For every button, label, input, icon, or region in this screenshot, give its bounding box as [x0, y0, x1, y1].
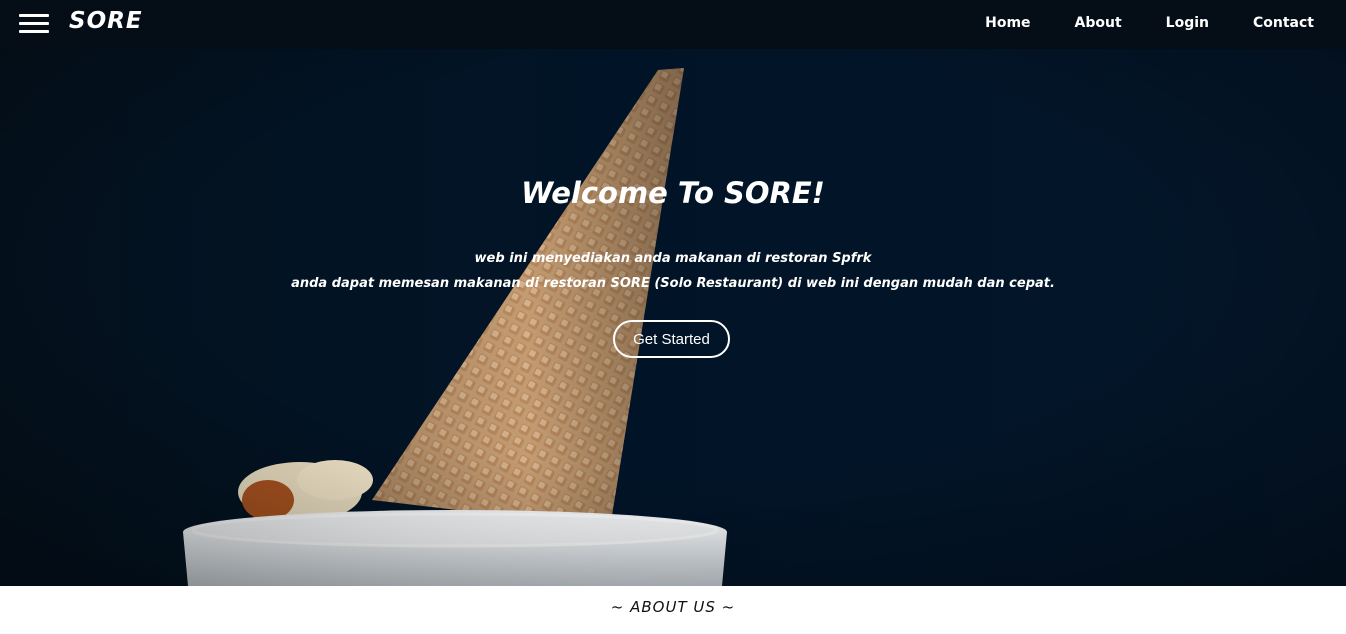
hero-content: Welcome To SORE! web ini menyediakan and… [0, 0, 1346, 586]
hero-title: Welcome To SORE! [521, 176, 825, 210]
nav-link-login[interactable]: Login [1166, 15, 1209, 31]
nav-link-contact[interactable]: Contact [1253, 15, 1314, 31]
top-navbar: SORE Home About Login Contact [0, 0, 1346, 49]
about-us-heading: ~ ABOUT US ~ [610, 598, 736, 616]
hero-section: Welcome To SORE! web ini menyediakan and… [0, 0, 1346, 586]
hero-description-line-2: anda dapat memesan makanan di restoran S… [291, 276, 1055, 291]
nav-links: Home About Login Contact [985, 15, 1314, 31]
hero-description-line-1: web ini menyediakan anda makanan di rest… [474, 251, 872, 266]
get-started-button[interactable]: Get Started [613, 320, 730, 358]
nav-link-about[interactable]: About [1075, 15, 1122, 31]
hamburger-menu-icon[interactable] [19, 13, 49, 35]
hamburger-bar [19, 22, 49, 25]
nav-link-home[interactable]: Home [985, 15, 1030, 31]
hamburger-bar [19, 30, 49, 33]
hamburger-bar [19, 14, 49, 17]
brand-logo[interactable]: SORE [69, 8, 143, 34]
